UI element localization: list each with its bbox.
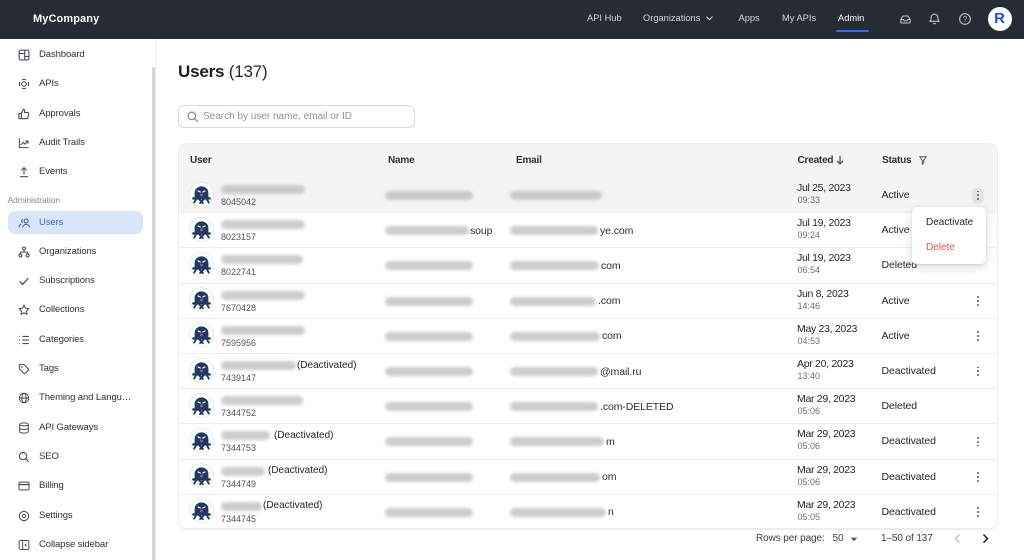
svg-text:?: ? [962,14,967,23]
